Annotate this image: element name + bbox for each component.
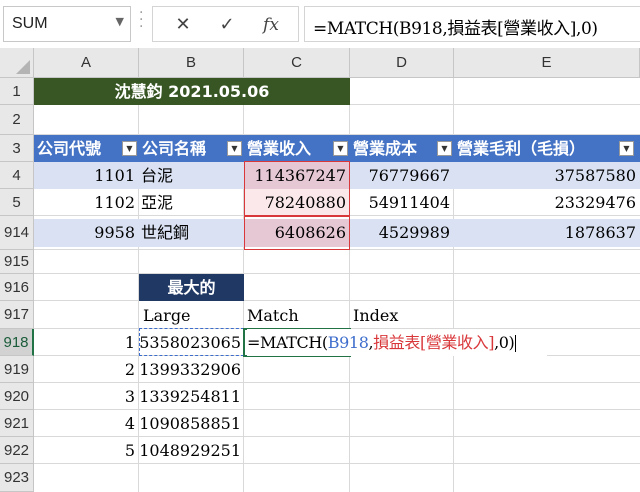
row-header-3[interactable]: 3 — [0, 135, 34, 162]
row-header-920[interactable]: 920 — [0, 383, 34, 410]
row-header-4[interactable]: 4 — [0, 162, 34, 189]
table-header-gross-profit[interactable]: 營業毛利（毛損） — [457, 135, 617, 162]
large-value-cell[interactable]: 1339254811 — [139, 383, 241, 410]
row-header-922[interactable]: 922 — [0, 437, 34, 464]
filter-dropdown-icon[interactable]: ▼ — [437, 141, 452, 156]
spreadsheet-grid: A B C D E 1 2 3 4 5 914 915 916 917 918 … — [0, 48, 640, 492]
table-cell[interactable]: 台泥 — [141, 162, 241, 189]
row-header-914[interactable]: 914 — [0, 216, 34, 250]
table-header-company-name[interactable]: 公司名稱 — [142, 135, 227, 162]
formula-ref-b918: B918 — [327, 333, 369, 352]
row-header-919[interactable]: 919 — [0, 356, 34, 383]
table-cell[interactable]: 76779667 — [350, 162, 450, 189]
column-header-a[interactable]: A — [34, 48, 139, 78]
filter-dropdown-icon[interactable]: ▼ — [333, 141, 348, 156]
table-header-company-code[interactable]: 公司代號 — [37, 135, 122, 162]
table-cell[interactable]: 23329476 — [454, 189, 636, 216]
row-header-915[interactable]: 915 — [0, 250, 34, 274]
filter-dropdown-icon[interactable]: ▼ — [619, 141, 634, 156]
chevron-down-icon[interactable]: ▼ — [116, 15, 124, 28]
column-header-c[interactable]: C — [244, 48, 350, 78]
row-header-916[interactable]: 916 — [0, 274, 34, 301]
name-box-value[interactable]: SUM — [12, 15, 48, 33]
table-cell[interactable]: 亞泥 — [141, 189, 241, 216]
table-cell[interactable]: 37587580 — [454, 162, 636, 189]
rank-cell[interactable]: 1 — [34, 329, 135, 356]
table-cell[interactable]: 4529989 — [350, 219, 450, 247]
row-header-923[interactable]: 923 — [0, 464, 34, 492]
formula-input[interactable]: =MATCH(B918,損益表[營業收入],0) — [304, 6, 640, 42]
formula-range-highlight — [244, 216, 350, 250]
table-header-revenue[interactable]: 營業收入 — [247, 135, 333, 162]
rank-cell[interactable]: 5 — [34, 437, 135, 464]
formula-ref-revenue: 損益表[營業收入] — [373, 333, 495, 352]
filter-dropdown-icon[interactable]: ▼ — [122, 141, 137, 156]
column-header-d[interactable]: D — [350, 48, 454, 78]
rank-cell[interactable]: 2 — [34, 356, 135, 383]
filter-dropdown-icon[interactable]: ▼ — [227, 141, 242, 156]
column-header-e[interactable]: E — [454, 48, 640, 78]
rank-cell[interactable]: 3 — [34, 383, 135, 410]
formula-suffix: ,0) — [494, 333, 515, 352]
row-header-5[interactable]: 5 — [0, 189, 34, 216]
lookup-title[interactable]: 最大的 — [139, 274, 244, 301]
gridline — [34, 273, 640, 274]
large-value-cell[interactable]: 1048929251 — [139, 437, 241, 464]
row-header-921[interactable]: 921 — [0, 410, 34, 437]
title-cell[interactable]: 沈慧鈞 2021.05.06 — [34, 78, 350, 105]
select-all-button[interactable] — [0, 48, 34, 78]
header-index[interactable]: Index — [353, 301, 451, 329]
formula-range-highlight — [244, 161, 350, 216]
formula-prefix: =MATCH( — [247, 333, 328, 352]
table-cell[interactable]: 54911404 — [350, 189, 450, 216]
formula-text[interactable]: =MATCH(B918,損益表[營業收入],0) — [313, 14, 598, 39]
row-header-2[interactable]: 2 — [0, 105, 34, 135]
table-cell[interactable]: 1878637 — [454, 219, 636, 247]
table-cell[interactable]: 1101 — [34, 162, 135, 189]
cancel-icon[interactable]: ✕ — [171, 13, 195, 37]
name-box[interactable]: SUM ▼ — [3, 6, 131, 42]
row-header-1[interactable]: 1 — [0, 78, 34, 105]
header-match[interactable]: Match — [247, 301, 347, 329]
table-cell[interactable]: 1102 — [34, 189, 135, 216]
rank-cell[interactable]: 4 — [34, 410, 135, 437]
large-value-cell[interactable]: 1090858851 — [139, 410, 241, 437]
large-value-cell[interactable]: 1399332906 — [139, 356, 241, 383]
header-large[interactable]: Large — [143, 301, 241, 329]
drag-handle-icon[interactable]: · · · — [139, 6, 143, 34]
formula-bar: SUM ▼ · · · ✕ ✓ fx =MATCH(B918,損益表[營業收入],0… — [0, 0, 640, 48]
insert-function-icon[interactable]: fx — [259, 13, 283, 37]
table-cell[interactable]: 9958 — [34, 219, 135, 247]
table-header-cost[interactable]: 營業成本 — [353, 135, 437, 162]
enter-icon[interactable]: ✓ — [215, 13, 239, 37]
formula-buttons: ✕ ✓ fx — [152, 6, 299, 42]
row-header-918[interactable]: 918 — [0, 329, 34, 356]
editing-cell[interactable]: =MATCH(B918,損益表[營業收入],0) — [247, 329, 547, 356]
row-header-917[interactable]: 917 — [0, 301, 34, 329]
column-header-b[interactable]: B — [139, 48, 244, 78]
table-cell[interactable]: 世紀鋼 — [141, 219, 241, 247]
formula-ref-highlight — [139, 328, 244, 356]
text-cursor — [515, 335, 517, 352]
